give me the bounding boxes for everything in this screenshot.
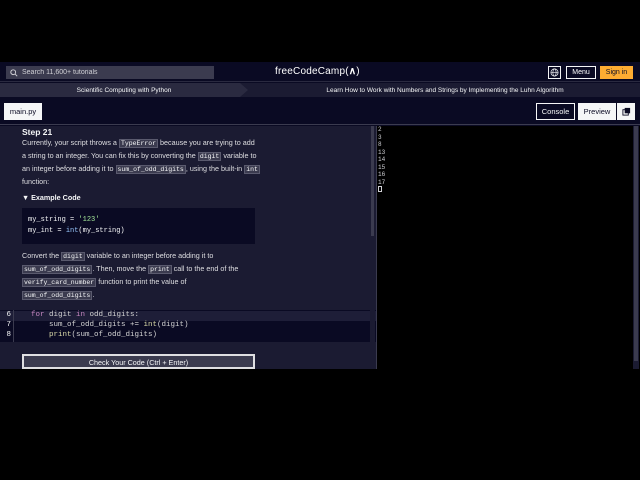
language-button[interactable] [548,66,561,79]
console-line: 2 [378,126,382,133]
code-text: odd_digits: [85,311,140,319]
line-number: 7 [6,321,11,329]
search-input[interactable] [22,69,202,76]
search-icon [10,64,18,82]
globe-icon [550,64,559,82]
code-function: int [143,321,158,329]
external-window-icon [621,104,631,119]
fcc-logo[interactable]: freeCodeCamp(∧) [275,66,360,77]
code-keyword: for [31,311,45,319]
line-number: 6 [6,311,11,319]
editor-tabs: main.py Console Preview [0,98,640,125]
example-line-2: my_int = int(my_string) [28,226,249,237]
inline-code: digit [197,152,222,161]
code-text: (digit) [157,321,189,329]
top-nav: freeCodeCamp(∧) Menu Sign in [0,62,640,82]
text: Currently, your script throws a [22,138,117,147]
menu-button[interactable]: Menu [566,66,596,79]
inline-code: TypeError [118,139,159,148]
text: . Then, move the [92,264,147,273]
code-line: sum_of_odd_digits += int(digit) [31,321,189,329]
text: call to the end of the [173,264,239,273]
code-string: '123' [78,216,100,224]
code-text: digit [44,311,77,319]
editor-gutter-line [13,310,14,342]
code-text: my_int = [28,227,66,235]
inline-code: sum_of_odd_digits [22,291,93,300]
step-title: Step 21 [22,127,53,137]
text: . [92,290,95,299]
console-output: 2 3 8 13 14 15 16 17 [378,126,385,195]
code-function: int [65,227,79,235]
preview-button[interactable]: Preview [578,103,616,120]
text: because you are trying to [160,138,241,147]
inline-code: print [148,265,172,274]
text: function: [22,177,50,186]
instructions-panel: Step 21 Currently, your script throws a … [15,126,263,304]
breadcrumb: Scientific Computing with Python Learn H… [0,83,640,97]
inline-code: digit [61,252,85,261]
check-code-button[interactable]: Check Your Code (Ctrl + Enter) [22,354,255,369]
inline-code: sum_of_odd_digits [22,265,93,274]
breadcrumb-course[interactable]: Scientific Computing with Python [0,83,248,97]
code-text: sum_of_odd_digits += [31,321,144,329]
code-text: (sum_of_odd_digits) [71,331,158,339]
console-line: 14 [378,156,386,163]
editor-line[interactable]: 8 print(sum_of_odd_digits) [0,331,376,341]
instruction-paragraph-1: Currently, your script throws a TypeErro… [22,137,260,188]
instruction-paragraph-2: Convert the digit variable to an integer… [22,250,260,302]
example-code-block: my_string = '123' my_int = int(my_string… [22,208,255,244]
popout-preview-button[interactable] [617,103,635,120]
code-text: my_string = [28,216,79,224]
code-text: (my_string) [78,227,125,235]
text: Convert the [22,251,60,260]
code-editor[interactable]: 6 for digit in odd_digits: 7 sum_of_odd_… [0,310,376,342]
inline-code: sum_of_odd_digits [115,165,186,174]
instructions-scrollbar-thumb[interactable] [371,126,374,236]
breadcrumb-project[interactable]: Learn How to Work with Numbers and Strin… [250,83,640,97]
code-keyword: in [76,311,86,319]
text: function to print the value of [98,277,187,286]
console-output-panel: 2 3 8 13 14 15 16 17 [377,126,640,369]
console-line: 16 [378,171,386,178]
instructions-editor-pane: Step 21 Currently, your script throws a … [0,126,376,369]
console-scrollbar-thumb[interactable] [634,126,638,361]
example-code-toggle[interactable]: ▼ Example Code [22,193,81,202]
console-line: 17 [378,178,386,186]
console-line: 8 [378,141,382,148]
logo-text-end: ) [356,66,360,77]
console-line: 13 [378,148,386,156]
editor-line[interactable]: 7 sum_of_odd_digits += int(digit) [0,321,376,331]
console-button[interactable]: Console [536,103,575,120]
text: variable to an integer before adding it … [86,251,214,260]
text: the built-in [209,164,243,173]
app-frame: freeCodeCamp(∧) Menu Sign in Scientific … [0,62,640,369]
editor-line[interactable]: 6 for digit in odd_digits: [0,311,376,321]
code-line: for digit in odd_digits: [31,311,139,319]
inline-code: int [244,165,260,174]
inline-code: verify_card_number [22,278,97,287]
tab-main-py[interactable]: main.py [4,103,42,120]
example-line-1: my_string = '123' [28,215,249,226]
console-line: 3 [378,133,382,141]
search-bar[interactable] [6,66,214,79]
logo-text: freeCodeCamp( [275,66,349,77]
line-number: 8 [6,331,11,339]
code-line: print(sum_of_odd_digits) [31,331,157,339]
console-cursor[interactable] [378,186,385,195]
console-line: 15 [378,163,386,171]
sign-in-button[interactable]: Sign in [600,66,633,79]
code-function: print [49,331,72,339]
text: , using [185,164,208,173]
